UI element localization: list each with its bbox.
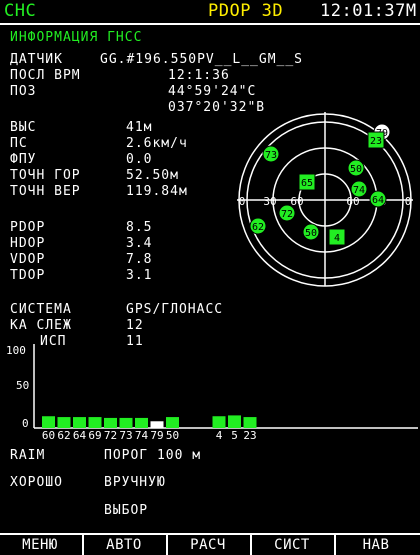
- y-tick-50: 50: [16, 379, 29, 392]
- altitude-label: ВЫС: [10, 120, 37, 135]
- ground-speed-label: ПС: [10, 136, 28, 151]
- vdop-value: 7.8: [126, 252, 153, 267]
- raim-label: RAIM: [10, 448, 46, 463]
- page-title: ИНФОРМАЦИЯ ГНСС: [10, 30, 143, 45]
- vert-accuracy-value: 119.84м: [126, 184, 188, 199]
- satellite-marker[interactable]: 50: [347, 159, 365, 177]
- auto-softkey[interactable]: АВТО: [84, 535, 164, 555]
- header-divider: [0, 23, 420, 25]
- raim-mode[interactable]: ВРУЧНУЮ: [104, 475, 166, 490]
- system-value: GPS/ГЛОНАСС: [126, 302, 224, 317]
- signal-bar: [57, 417, 71, 428]
- hdop-value: 3.4: [126, 236, 153, 251]
- satellite-id: 50: [305, 228, 317, 239]
- clock: 12:01:37M: [320, 1, 417, 21]
- tdop-value: 3.1: [126, 268, 153, 283]
- menu-softkey[interactable]: МЕНЮ: [0, 535, 80, 555]
- satellite-id: 74: [353, 185, 365, 196]
- chart-bars: [42, 415, 257, 428]
- pdop-value: 8.5: [126, 220, 153, 235]
- tracked-label: КА СЛЕЖ: [10, 318, 72, 333]
- signal-bar: [73, 417, 86, 428]
- hdop-label: HDOP: [10, 236, 46, 251]
- bar-label: 79: [150, 429, 163, 442]
- track-angle-label: ФПУ: [10, 152, 37, 167]
- satellite-marker[interactable]: 72: [278, 204, 296, 222]
- bar-label: 62: [57, 429, 70, 442]
- track-angle-value: 0.0: [126, 152, 153, 167]
- sensor-label: ДАТЧИК: [10, 52, 63, 67]
- raim-threshold[interactable]: ПОРОГ 100 м: [104, 448, 201, 463]
- mode-indicator: СНС: [4, 1, 37, 21]
- satellite-id: 23: [370, 136, 382, 147]
- y-tick-100: 100: [6, 344, 26, 357]
- satellite-id: 73: [265, 150, 277, 161]
- raim-select[interactable]: ВЫБОР: [104, 503, 148, 518]
- satellite-id: 65: [301, 178, 313, 189]
- satellite-id: 50: [350, 164, 362, 175]
- pdop-label: PDOP: [10, 220, 46, 235]
- signal-bar: [150, 421, 164, 428]
- last-time-label: ПОСЛ ВРМ: [10, 68, 81, 83]
- horiz-accuracy-value: 52.50м: [126, 168, 179, 183]
- nav-softkey[interactable]: НАВ: [336, 535, 416, 555]
- horiz-accuracy-label: ТОЧН ГОР: [10, 168, 81, 183]
- satellite-marker[interactable]: 23: [367, 131, 385, 149]
- signal-bar: [243, 417, 257, 428]
- ring-label-60-left: 60: [290, 195, 303, 208]
- system-softkey[interactable]: СИСТ: [252, 535, 332, 555]
- altitude-value: 41м: [126, 120, 153, 135]
- satellite-marker[interactable]: 65: [298, 173, 316, 191]
- signal-chart: 100 50 0 60 62 64 69 72 73 74 79 50 4 5 23: [6, 344, 418, 442]
- sensor-value: GG.#196.550PV__L__GM__S: [100, 52, 304, 67]
- signal-bar: [104, 417, 117, 428]
- satellite-id: 4: [334, 233, 340, 244]
- signal-bar: [166, 417, 179, 428]
- satellite-marker[interactable]: 50: [302, 223, 320, 241]
- ring-label-0-left: 0: [239, 195, 246, 208]
- chart-x-labels: 60 62 64 69 72 73 74 79 50 4 5 23: [42, 429, 257, 442]
- tdop-label: TDOP: [10, 268, 46, 283]
- signal-bar: [212, 416, 226, 428]
- pdop-status: PDOP 3D: [208, 1, 284, 21]
- signal-bar: [135, 417, 148, 428]
- bar-label: 23: [243, 429, 256, 442]
- bar-label: 74: [135, 429, 149, 442]
- tracked-value: 12: [126, 318, 144, 333]
- bar-label: 5: [231, 429, 238, 442]
- latitude-value: 44°59'24"C: [168, 84, 257, 99]
- satellite-id: 72: [281, 209, 293, 220]
- vdop-label: VDOP: [10, 252, 46, 267]
- satellite-marker[interactable]: 4: [328, 228, 346, 246]
- bar-label: 69: [88, 429, 101, 442]
- bar-label: 60: [42, 429, 55, 442]
- signal-bar: [228, 415, 241, 428]
- bar-label: 4: [216, 429, 223, 442]
- signal-bar: [42, 416, 55, 428]
- satellite-id: 64: [372, 195, 384, 206]
- ring-label-0-right: 0: [405, 195, 412, 208]
- satellite-marker[interactable]: 62: [249, 217, 267, 235]
- satellite-marker[interactable]: 73: [262, 145, 280, 163]
- satellite-marker[interactable]: 64: [369, 190, 387, 208]
- y-tick-0: 0: [22, 417, 29, 430]
- bar-label: 73: [119, 429, 132, 442]
- system-label: СИСТЕМА: [10, 302, 72, 317]
- vert-accuracy-label: ТОЧН ВЕР: [10, 184, 81, 199]
- signal-bar: [88, 417, 102, 428]
- ground-speed-value: 2.6км/ч: [126, 136, 188, 151]
- sky-plot: 0 30 60 60 30 0 792373506574647262504: [237, 112, 413, 287]
- signal-bar: [119, 417, 133, 428]
- ring-label-30-left: 30: [263, 195, 276, 208]
- last-time-value: 12:1:36: [168, 68, 230, 83]
- bar-label: 72: [104, 429, 117, 442]
- satellite-marker[interactable]: 74: [350, 180, 368, 198]
- bar-label: 64: [73, 429, 87, 442]
- raim-status: ХОРОШО: [10, 475, 63, 490]
- calc-softkey[interactable]: РАСЧ: [168, 535, 248, 555]
- position-label: ПОЗ: [10, 84, 37, 99]
- bar-label: 50: [166, 429, 179, 442]
- satellite-id: 62: [252, 222, 264, 233]
